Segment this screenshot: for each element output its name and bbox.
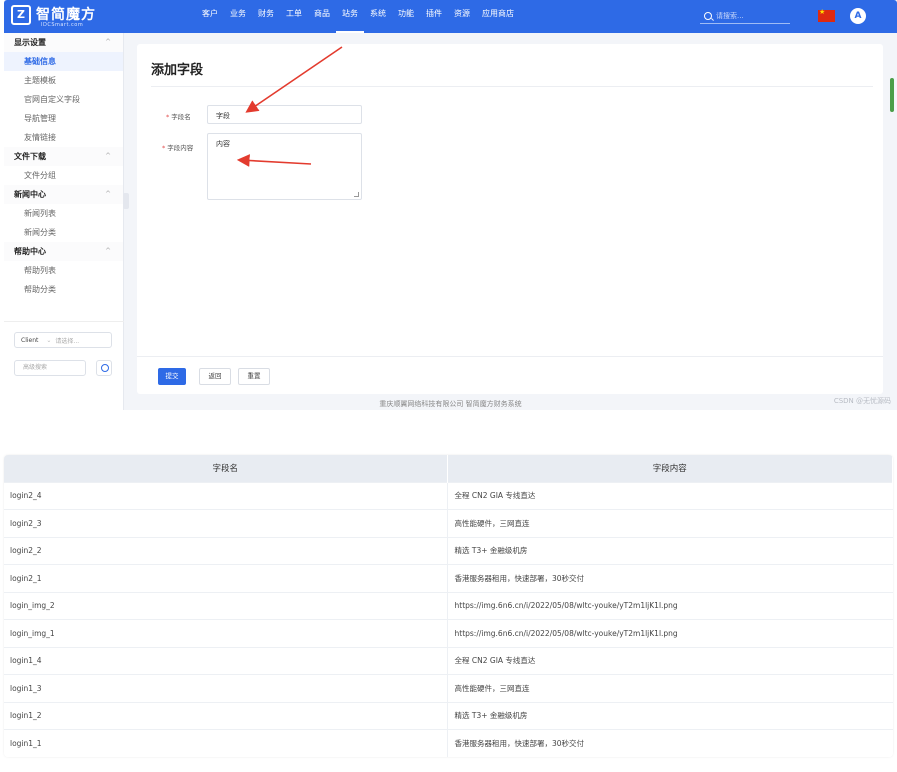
table-row: login2_4 全程 CN2 GIA 专线直达	[4, 481, 893, 510]
table-row: login1_3 高性能硬件，三网直连	[4, 674, 893, 702]
cell-field-content: 高性能硬件，三网直连	[446, 509, 893, 537]
cell-field-name: login2_2	[4, 536, 447, 565]
table-row: login_img_2 https://img.6n6.cn/i/2022/05/…	[4, 591, 893, 620]
cell-field-name: login2_4	[4, 481, 447, 510]
cell-field-content: 精选 T3+ 金融级机房	[446, 536, 893, 565]
table-row: login1_1 香港服务器租用，快速部署，30秒交付	[4, 729, 893, 757]
cell-field-content: https://img.6n6.cn/i/2022/05/08/wltc-you…	[446, 619, 893, 647]
column-header-field-name: 字段名	[4, 455, 448, 482]
table-row: login_img_1 https://img.6n6.cn/i/2022/05/…	[4, 619, 893, 647]
cell-field-content: 全程 CN2 GIA 专线直达	[446, 646, 893, 675]
cell-field-content: 香港服务器租用，快速部署，30秒交付	[446, 564, 893, 592]
cell-field-content: 香港服务器租用，快速部署，30秒交付	[446, 729, 893, 757]
table-row: login2_1 香港服务器租用，快速部署，30秒交付	[4, 564, 893, 592]
table-row: login1_4 全程 CN2 GIA 专线直达	[4, 646, 893, 675]
cell-field-content: https://img.6n6.cn/i/2022/05/08/wltc-you…	[446, 591, 893, 620]
cell-field-name: login2_1	[4, 564, 447, 592]
cell-field-name: login_img_1	[4, 619, 447, 647]
cell-field-name: login1_2	[4, 701, 447, 730]
admin-app-screenshot: Z 智简魔方 IDCSmart.com 客户 业务 财务 工单 商品 站务 系统 功能 插件 资源…	[4, 0, 897, 410]
cell-field-content: 精选 T3+ 金融级机房	[446, 701, 893, 730]
arrow-to-name-input	[245, 46, 343, 113]
annotation-arrows	[236, 46, 343, 167]
cell-field-name: login_img_2	[4, 591, 447, 620]
cell-field-name: login1_1	[4, 729, 447, 757]
cell-field-name: login1_4	[4, 646, 447, 675]
cell-field-name: login1_3	[4, 674, 447, 702]
cell-field-content: 高性能硬件，三网直连	[446, 674, 893, 702]
cell-field-name: login2_3	[4, 509, 447, 537]
table-row: login2_3 高性能硬件，三网直连	[4, 509, 893, 537]
arrow-to-content-textarea	[236, 154, 312, 167]
column-header-field-content: 字段内容	[447, 455, 893, 482]
fields-table: 字段名 字段内容 login2_4 全程 CN2 GIA 专线直达 login2_3…	[4, 455, 893, 757]
table-row: login2_2 精选 T3+ 金融级机房	[4, 536, 893, 565]
table-row: login1_2 精选 T3+ 金融级机房	[4, 701, 893, 730]
cell-field-content: 全程 CN2 GIA 专线直达	[446, 481, 893, 510]
